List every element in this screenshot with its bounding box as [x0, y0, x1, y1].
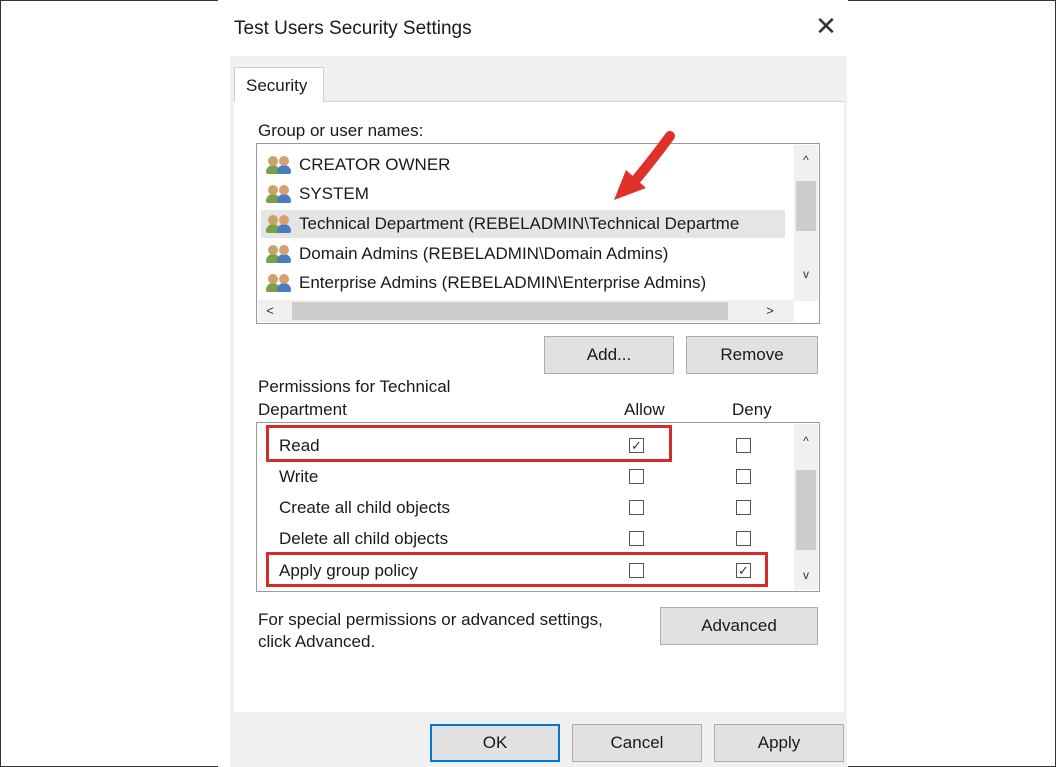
users-icon	[265, 244, 295, 264]
users-icon	[265, 214, 295, 234]
list-item-selected[interactable]: Technical Department (REBELADMIN\Technic…	[261, 210, 785, 238]
advanced-button[interactable]: Advanced	[660, 607, 818, 645]
remove-button[interactable]: Remove	[686, 336, 818, 374]
list-item-label: SYSTEM	[299, 184, 369, 203]
list-item-label: Technical Department (REBELADMIN\Technic…	[299, 214, 740, 233]
apply-group-policy-highlight	[266, 552, 768, 587]
cancel-button[interactable]: Cancel	[572, 724, 702, 762]
deny-checkbox-delete-child[interactable]	[736, 531, 751, 546]
allow-checkbox-create-child[interactable]	[629, 500, 644, 515]
list-item-label: Domain Admins (REBELADMIN\Domain Admins)	[299, 244, 669, 263]
deny-column-header: Deny	[732, 400, 772, 419]
read-row-highlight	[266, 425, 672, 462]
scroll-left-icon[interactable]: <	[260, 300, 280, 322]
permission-row-delete-child: Delete all child objects	[257, 524, 787, 554]
permissions-vertical-scrollbar[interactable]: ^ v	[794, 424, 818, 590]
list-item[interactable]: SYSTEM	[265, 180, 785, 208]
scroll-down-icon[interactable]: v	[794, 568, 818, 588]
list-item-label: Enterprise Admins (REBELADMIN\Enterprise…	[299, 273, 707, 292]
users-icon	[265, 273, 295, 293]
group-user-listbox[interactable]: CREATOR OWNER SYSTEM Technical Departmen…	[256, 143, 820, 324]
allow-column-header: Allow	[624, 400, 665, 419]
permission-row-write: Write	[257, 462, 787, 492]
deny-checkbox-read[interactable]	[736, 438, 751, 453]
permissions-label-line2: Department	[258, 400, 347, 419]
advanced-note-line2: click Advanced.	[258, 632, 376, 651]
tab-security[interactable]: Security	[234, 67, 324, 102]
users-icon	[265, 184, 295, 204]
apply-button[interactable]: Apply	[714, 724, 844, 762]
close-icon[interactable]: ✕	[814, 13, 838, 39]
add-button[interactable]: Add...	[544, 336, 674, 374]
allow-checkbox-write[interactable]	[629, 469, 644, 484]
group-list-label: Group or user names:	[258, 121, 424, 140]
permission-label: Write	[279, 467, 319, 486]
red-arrow-icon	[614, 131, 675, 200]
scroll-up-icon[interactable]: ^	[794, 153, 818, 173]
users-icon	[265, 155, 295, 175]
dialog-title: Test Users Security Settings	[234, 18, 472, 39]
scrollbar-thumb[interactable]	[796, 470, 816, 550]
advanced-note-line1: For special permissions or advanced sett…	[258, 610, 603, 629]
ok-button[interactable]: OK	[430, 724, 560, 762]
scroll-up-icon[interactable]: ^	[794, 434, 818, 454]
deny-checkbox-create-child[interactable]	[736, 500, 751, 515]
group-list-vertical-scrollbar[interactable]: ^ v	[794, 145, 818, 301]
list-item[interactable]: Domain Admins (REBELADMIN\Domain Admins)	[265, 240, 785, 268]
deny-checkbox-write[interactable]	[736, 469, 751, 484]
allow-checkbox-delete-child[interactable]	[629, 531, 644, 546]
list-item[interactable]: CREATOR OWNER	[265, 151, 785, 179]
group-list-horizontal-scrollbar[interactable]: < >	[258, 300, 794, 322]
scrollbar-thumb[interactable]	[796, 181, 816, 231]
permission-label: Create all child objects	[279, 498, 451, 517]
scroll-right-icon[interactable]: >	[760, 300, 780, 322]
permission-row-create-child: Create all child objects	[257, 493, 787, 523]
scrollbar-thumb[interactable]	[292, 302, 728, 320]
permissions-label-line1: Permissions for Technical	[258, 377, 451, 396]
list-item[interactable]: Enterprise Admins (REBELADMIN\Enterprise…	[265, 269, 785, 297]
scroll-down-icon[interactable]: v	[794, 267, 818, 287]
security-settings-dialog: Test Users Security Settings ✕ Security …	[218, 0, 848, 767]
list-item-label: CREATOR OWNER	[299, 155, 451, 174]
permission-label: Delete all child objects	[279, 529, 449, 548]
